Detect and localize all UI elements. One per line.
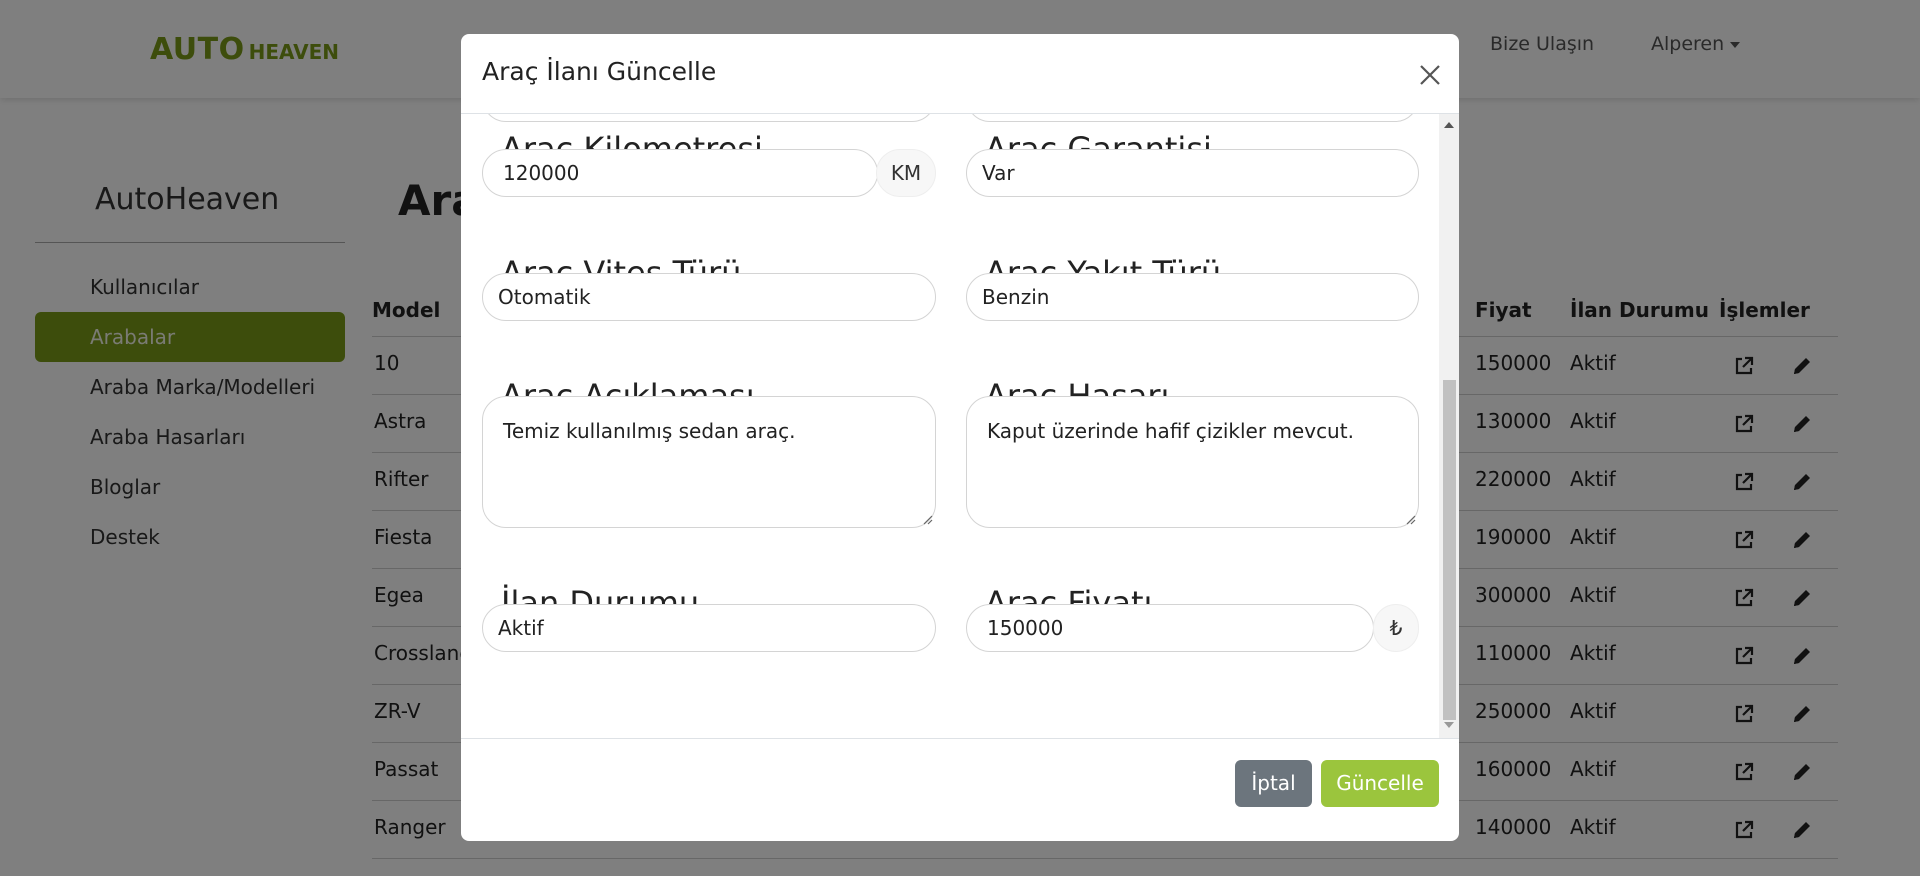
km-input[interactable]: 120000 [482, 149, 878, 197]
cancel-button[interactable]: İptal [1235, 760, 1312, 807]
km-unit-addon: KM [876, 149, 936, 197]
scrollbar-thumb[interactable] [1443, 380, 1456, 720]
modal-body: Araç Kilometresi 120000 KM Araç Garantis… [461, 114, 1459, 738]
previous-input-right[interactable] [966, 114, 1419, 122]
modal-footer: İptal Güncelle [461, 738, 1459, 841]
currency-addon: ₺ [1373, 604, 1419, 652]
description-textarea[interactable]: Temiz kullanılmış sedan araç. [482, 396, 936, 528]
gear-type-input[interactable]: Otomatik [482, 273, 936, 321]
previous-input-left[interactable] [482, 114, 936, 122]
fuel-type-input[interactable]: Benzin [966, 273, 1419, 321]
warranty-input[interactable]: Var [966, 149, 1419, 197]
listing-status-input[interactable]: Aktif [482, 604, 936, 652]
close-button[interactable] [1416, 61, 1444, 89]
resize-handle-icon[interactable] [1404, 513, 1416, 525]
update-listing-modal: Araç İlanı Güncelle Araç Kilometresi 120… [461, 34, 1459, 841]
modal-header: Araç İlanı Güncelle [461, 34, 1459, 114]
damage-text: Kaput üzerinde hafif çizikler mevcut. [987, 419, 1354, 443]
description-text: Temiz kullanılmış sedan araç. [503, 419, 796, 443]
damage-textarea[interactable]: Kaput üzerinde hafif çizikler mevcut. [966, 396, 1419, 528]
modal-title: Araç İlanı Güncelle [482, 57, 717, 86]
scroll-up-arrow-icon[interactable] [1444, 122, 1454, 128]
resize-handle-icon[interactable] [921, 513, 933, 525]
update-button[interactable]: Güncelle [1321, 760, 1439, 807]
price-input[interactable]: 150000 [966, 604, 1374, 652]
close-icon [1420, 65, 1440, 85]
scroll-down-arrow-icon[interactable] [1444, 722, 1454, 728]
